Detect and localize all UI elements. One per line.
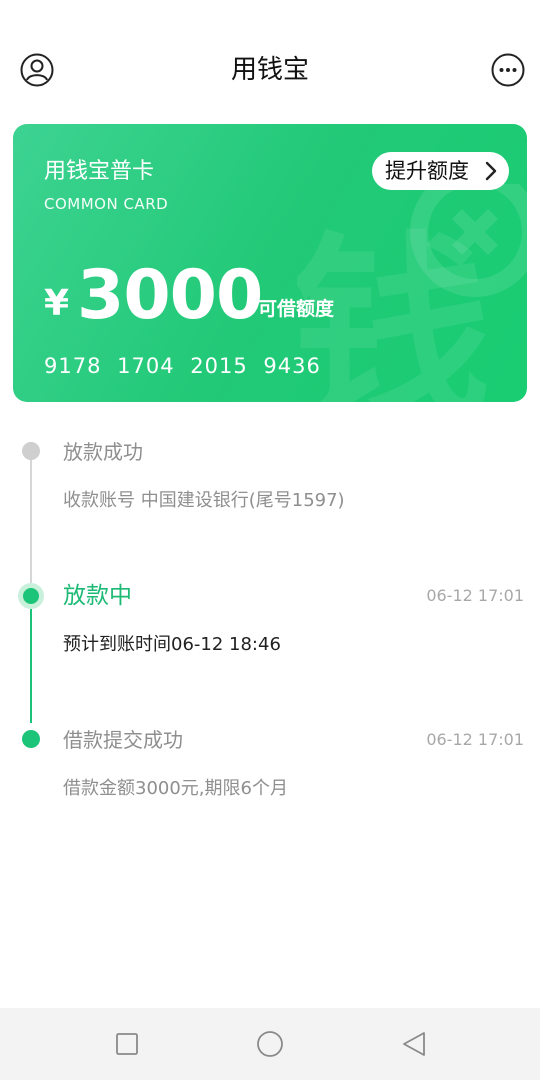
loan-progress-timeline: 放款成功 收款账号 中国建设银行(尾号1597) 放款中 06-12 17:01… — [0, 420, 540, 840]
credit-card[interactable]: 钱 用钱宝普卡 COMMON CARD 提升额度 ¥ 3000 可借额度 917… — [13, 124, 527, 402]
timeline-connector-done — [30, 605, 32, 723]
page-title: 用钱宝 — [230, 55, 309, 85]
card-number-group: 1704 — [117, 354, 175, 378]
card-number: 9178 1704 2015 9436 — [44, 354, 329, 378]
timeline-connector-pending — [30, 450, 32, 600]
step-title-disbursed: 放款成功 — [63, 440, 143, 464]
card-number-group: 9178 — [44, 354, 102, 378]
step-detail-receiving-account: 收款账号 中国建设银行(尾号1597) — [63, 490, 345, 511]
home-circle-icon — [257, 1031, 283, 1057]
home-button[interactable] — [254, 1028, 286, 1060]
timeline-dot-pending — [22, 442, 40, 460]
system-nav-bar — [0, 1008, 540, 1080]
raise-limit-label: 提升额度 — [385, 159, 469, 183]
credit-amount-value: 3000 — [77, 256, 263, 335]
step-title-disbursing: 放款中 — [63, 583, 132, 609]
app-header: 用钱宝 — [0, 0, 540, 140]
money-watermark-icon: 钱 — [297, 184, 527, 402]
more-options-button[interactable] — [491, 53, 525, 87]
raise-limit-button[interactable]: 提升额度 — [372, 152, 509, 190]
card-name: 用钱宝普卡 — [44, 159, 155, 184]
more-dots-icon — [491, 53, 525, 87]
recents-button[interactable] — [111, 1028, 143, 1060]
timeline-dot-current — [18, 583, 44, 609]
step-title-submitted: 借款提交成功 — [63, 728, 183, 752]
chevron-right-icon — [485, 161, 497, 181]
card-number-group: 9436 — [263, 354, 321, 378]
back-button[interactable] — [398, 1028, 430, 1060]
recents-square-icon — [116, 1033, 138, 1055]
card-type-subtitle: COMMON CARD — [44, 195, 169, 213]
credit-amount-label: 可借额度 — [258, 298, 335, 320]
card-number-group: 2015 — [190, 354, 248, 378]
back-triangle-icon — [403, 1032, 425, 1056]
step-detail-loan-amount: 借款金额3000元,期限6个月 — [63, 778, 288, 799]
currency-symbol: ¥ — [44, 283, 70, 324]
loan-status-screen: 用钱宝 钱 用钱宝普卡 COMMON CARD 提升额度 ¥ 3000 可借额度… — [0, 0, 540, 1080]
step-detail-expected-arrival: 预计到账时间06-12 18:46 — [63, 634, 281, 655]
timeline-dot-done — [22, 730, 40, 748]
step-time-submitted: 06-12 17:01 — [426, 730, 524, 749]
step-time-disbursing: 06-12 17:01 — [426, 586, 524, 605]
